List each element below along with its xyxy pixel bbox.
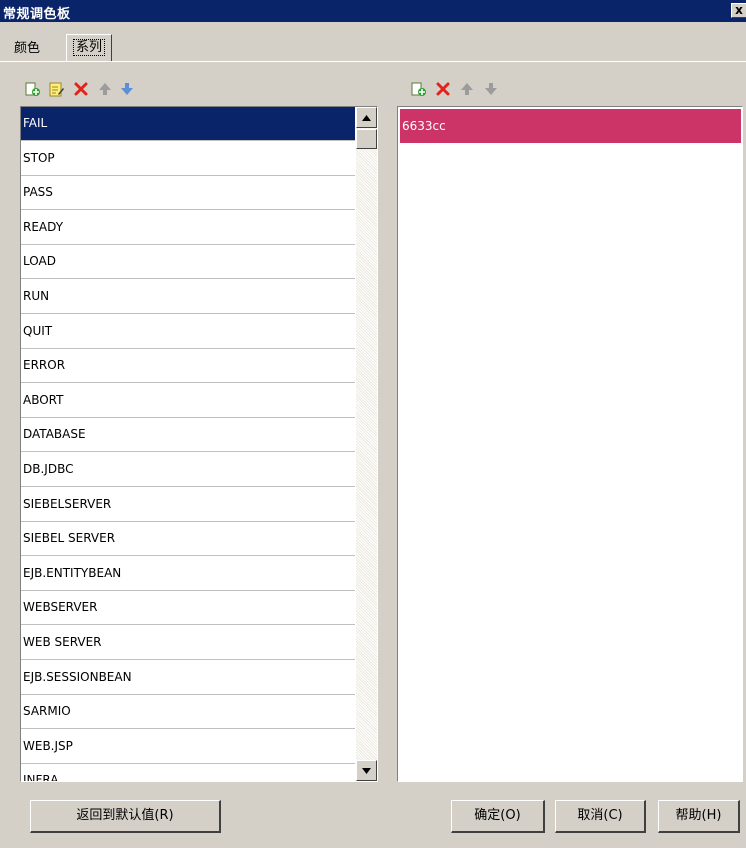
series-list-item[interactable]: SARMIO [21,695,355,730]
scroll-thumb[interactable] [356,129,377,149]
add-icon [411,82,426,96]
tab-colors[interactable]: 颜色 [8,38,46,60]
edit-icon [49,82,64,97]
series-list-item[interactable]: EJB.ENTITYBEAN [21,557,355,591]
series-list-item[interactable]: QUIT [21,315,355,349]
triangle-up-icon [362,114,371,121]
edit-series-button[interactable] [48,80,66,98]
series-scrollbar[interactable] [356,107,377,781]
window-title: 常规调色板 [3,7,71,22]
help-button[interactable]: 帮助(H) [658,800,740,833]
ok-button[interactable]: 确定(O) [451,800,545,833]
series-list-item[interactable]: SIEBEL SERVER [21,522,355,557]
series-list-item[interactable]: RUN [21,280,355,314]
series-list-item[interactable]: ERROR [21,349,355,384]
add-color-button[interactable] [410,80,428,98]
series-list-item[interactable]: WEB.JSP [21,730,355,764]
arrow-up-icon [461,83,473,95]
series-list[interactable]: FAIL STOP PASS READY LOAD RUN QUIT ERROR ABORT DA… [20,106,378,782]
series-list-item[interactable]: EJB.SESSIONBEAN [21,661,355,695]
color-item-label: 6633cc [402,119,446,133]
delete-icon [74,82,88,96]
close-icon: x [735,3,743,17]
move-color-up-button[interactable] [458,80,476,98]
series-list-item[interactable]: LOAD [21,245,355,280]
series-list-item[interactable]: DATABASE [21,418,355,453]
series-list-item[interactable]: STOP [21,142,355,176]
scroll-up-button[interactable] [356,107,377,128]
series-list-item[interactable]: WEB SERVER [21,626,355,660]
color-list[interactable]: 6633cc [397,106,743,782]
move-up-button[interactable] [96,80,114,98]
close-button[interactable]: x [731,3,746,18]
move-down-button[interactable] [118,80,136,98]
scroll-down-button[interactable] [356,760,377,781]
series-list-item[interactable]: FAIL [21,107,355,141]
arrow-down-icon [121,83,133,95]
tab-colors-label: 颜色 [14,41,41,56]
title-bar: 常规调色板 x [0,0,746,22]
move-color-down-button[interactable] [482,80,500,98]
add-icon [25,82,40,96]
cancel-button[interactable]: 取消(C) [555,800,646,833]
delete-icon [436,82,450,96]
series-list-item[interactable]: READY [21,211,355,245]
arrow-up-icon [99,83,111,95]
tab-series-label: 系列 [73,39,106,56]
tab-divider [0,61,746,62]
series-list-item[interactable]: DB.JDBC [21,453,355,487]
series-list-item[interactable]: PASS [21,176,355,211]
series-list-item[interactable]: INFRA [21,764,355,781]
series-list-item[interactable]: SIEBELSERVER [21,488,355,522]
tab-series[interactable]: 系列 [66,34,113,62]
delete-color-button[interactable] [434,80,452,98]
delete-series-button[interactable] [72,80,90,98]
color-item[interactable]: 6633cc [400,109,741,143]
series-list-item[interactable]: ABORT [21,384,355,418]
reset-defaults-button[interactable]: 返回到默认值(R) [30,800,221,833]
triangle-down-icon [362,767,371,774]
series-list-item[interactable]: WEBSERVER [21,591,355,626]
add-series-button[interactable] [24,80,42,98]
arrow-down-icon [485,83,497,95]
